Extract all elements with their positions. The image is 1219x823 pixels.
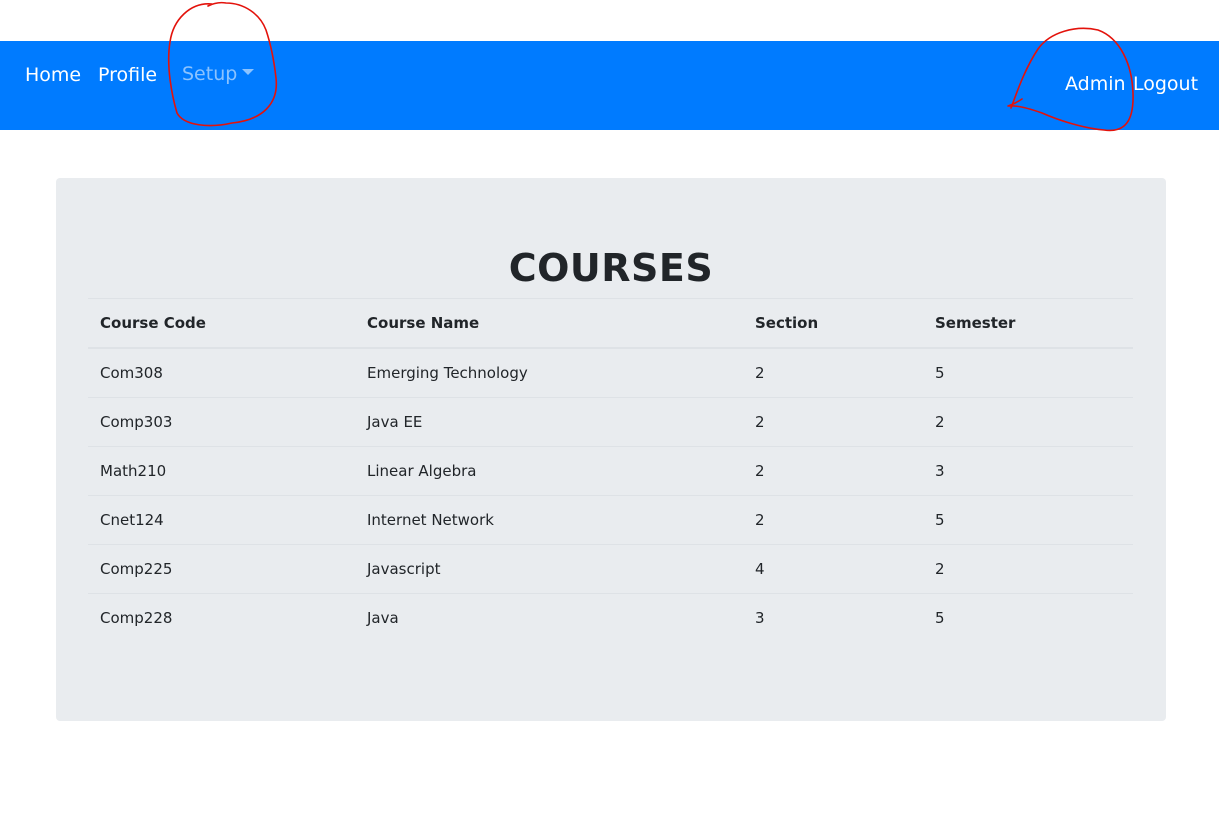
- nav-logout-link[interactable]: Logout: [1133, 75, 1198, 94]
- section-cell: 2: [743, 495, 923, 545]
- table-row: Comp303 Java EE 2 2: [88, 397, 1133, 447]
- semester-cell: 5: [923, 593, 1133, 642]
- course-name-cell: Emerging Technology: [355, 347, 743, 398]
- nav-admin-link[interactable]: Admin: [1065, 75, 1126, 94]
- courses-panel: COURSES Course Code Course Name Section …: [56, 178, 1166, 721]
- nav-setup-label: Setup: [182, 63, 238, 85]
- course-name-cell: Javascript: [355, 544, 743, 594]
- nav-profile-link[interactable]: Profile: [98, 66, 157, 85]
- semester-cell: 5: [923, 347, 1133, 398]
- semester-cell: 2: [923, 544, 1133, 594]
- semester-cell: 5: [923, 495, 1133, 545]
- page: Home Profile Setup Admin Logout COURSES …: [0, 0, 1219, 823]
- table-row: Comp228 Java 3 5: [88, 593, 1133, 642]
- course-code-cell: Cnet124: [88, 495, 355, 545]
- table-header-row: Course Code Course Name Section Semester: [88, 298, 1133, 349]
- course-code-cell: Math210: [88, 446, 355, 496]
- semester-cell: 2: [923, 397, 1133, 447]
- courses-table: Course Code Course Name Section Semester…: [88, 298, 1133, 642]
- section-cell: 3: [743, 593, 923, 642]
- course-name-cell: Internet Network: [355, 495, 743, 545]
- table-row: Math210 Linear Algebra 2 3: [88, 446, 1133, 496]
- table-row: Com308 Emerging Technology 2 5: [88, 347, 1133, 398]
- section-cell: 2: [743, 397, 923, 447]
- section-cell: 2: [743, 347, 923, 398]
- course-name-cell: Java: [355, 593, 743, 642]
- nav-setup-dropdown[interactable]: Setup: [182, 63, 255, 85]
- top-navbar: Home Profile Setup Admin Logout: [0, 41, 1219, 130]
- course-code-cell: Comp228: [88, 593, 355, 642]
- column-header-course-code: Course Code: [88, 298, 355, 349]
- course-name-cell: Linear Algebra: [355, 446, 743, 496]
- nav-home-link[interactable]: Home: [25, 66, 81, 85]
- section-cell: 2: [743, 446, 923, 496]
- table-row: Cnet124 Internet Network 2 5: [88, 495, 1133, 545]
- semester-cell: 3: [923, 446, 1133, 496]
- course-code-cell: Comp225: [88, 544, 355, 594]
- course-name-cell: Java EE: [355, 397, 743, 447]
- course-code-cell: Comp303: [88, 397, 355, 447]
- table-row: Comp225 Javascript 4 2: [88, 544, 1133, 594]
- page-title: COURSES: [508, 246, 714, 290]
- section-cell: 4: [743, 544, 923, 594]
- course-code-cell: Com308: [88, 347, 355, 398]
- caret-down-icon: [242, 69, 255, 75]
- column-header-course-name: Course Name: [355, 298, 743, 349]
- column-header-semester: Semester: [923, 298, 1133, 349]
- column-header-section: Section: [743, 298, 923, 349]
